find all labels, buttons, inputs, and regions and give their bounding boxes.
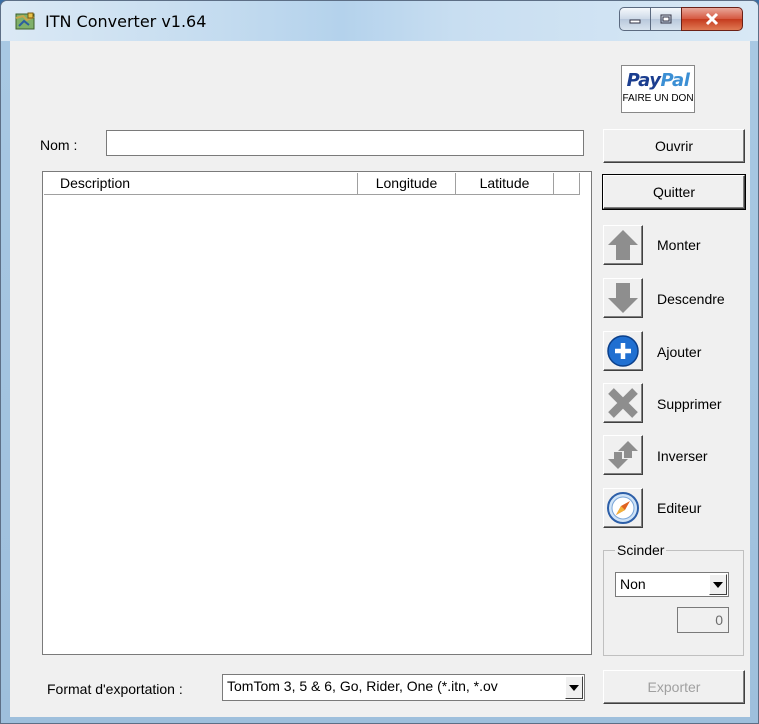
scinder-select[interactable]: Non [615,572,729,597]
format-select[interactable]: TomTom 3, 5 & 6, Go, Rider, One (*.itn, … [222,674,585,701]
column-header-description[interactable]: Description [44,173,358,195]
supprimer-button[interactable] [603,383,643,423]
nom-input[interactable] [106,130,584,156]
column-header-filler [554,173,580,195]
editeur-label: Editeur [657,500,702,516]
arrow-up-icon [608,230,638,260]
inverser-button[interactable] [603,435,643,475]
chevron-down-icon[interactable] [709,574,727,595]
ouvrir-button[interactable]: Ouvrir [603,129,745,163]
close-button[interactable] [681,7,743,31]
chevron-down-icon[interactable] [565,676,583,699]
maximize-icon [660,14,672,24]
column-header-longitude[interactable]: Longitude [358,173,456,195]
monter-button[interactable] [603,225,643,265]
donate-caption: FAIRE UN DON [622,93,694,104]
scinder-group [603,550,744,656]
app-icon[interactable] [15,11,35,31]
scinder-count-field[interactable]: 0 [677,607,729,633]
ajouter-label: Ajouter [657,344,702,360]
compass-icon [607,492,639,524]
inverser-label: Inverser [657,448,708,464]
scinder-selected-value: Non [620,576,646,592]
descendre-label: Descendre [657,291,725,307]
client-area: PayPal FAIRE UN DON Nom : Ouvrir Quitter… [10,41,750,717]
minimize-icon [629,19,641,24]
ajouter-button[interactable] [603,331,643,371]
minimize-button[interactable] [619,7,651,31]
arrow-down-icon [608,283,638,313]
scinder-label: Scinder [615,542,667,558]
format-label: Format d'exportation : [47,681,183,697]
exporter-button[interactable]: Exporter [603,670,745,704]
title-bar[interactable]: ITN Converter v1.64 [1,1,758,41]
paypal-logo: PayPal [626,70,690,91]
add-icon [607,335,639,367]
delete-icon [608,388,638,418]
app-window: ITN Converter v1.64 PayPal FAIRE UN DON … [0,0,759,724]
supprimer-label: Supprimer [657,396,722,412]
column-header-latitude[interactable]: Latitude [456,173,554,195]
waypoint-list[interactable]: Description Longitude Latitude [42,171,592,655]
close-icon [705,12,719,26]
format-selected-value: TomTom 3, 5 & 6, Go, Rider, One (*.itn, … [227,678,498,694]
window-title: ITN Converter v1.64 [45,12,207,31]
reverse-icon [608,441,638,469]
monter-label: Monter [657,237,701,253]
paypal-donate-button[interactable]: PayPal FAIRE UN DON [621,65,695,113]
editeur-button[interactable] [603,488,643,528]
quitter-button[interactable]: Quitter [602,174,746,210]
nom-label: Nom : [40,137,78,153]
descendre-button[interactable] [603,278,643,318]
maximize-button[interactable] [650,7,682,31]
